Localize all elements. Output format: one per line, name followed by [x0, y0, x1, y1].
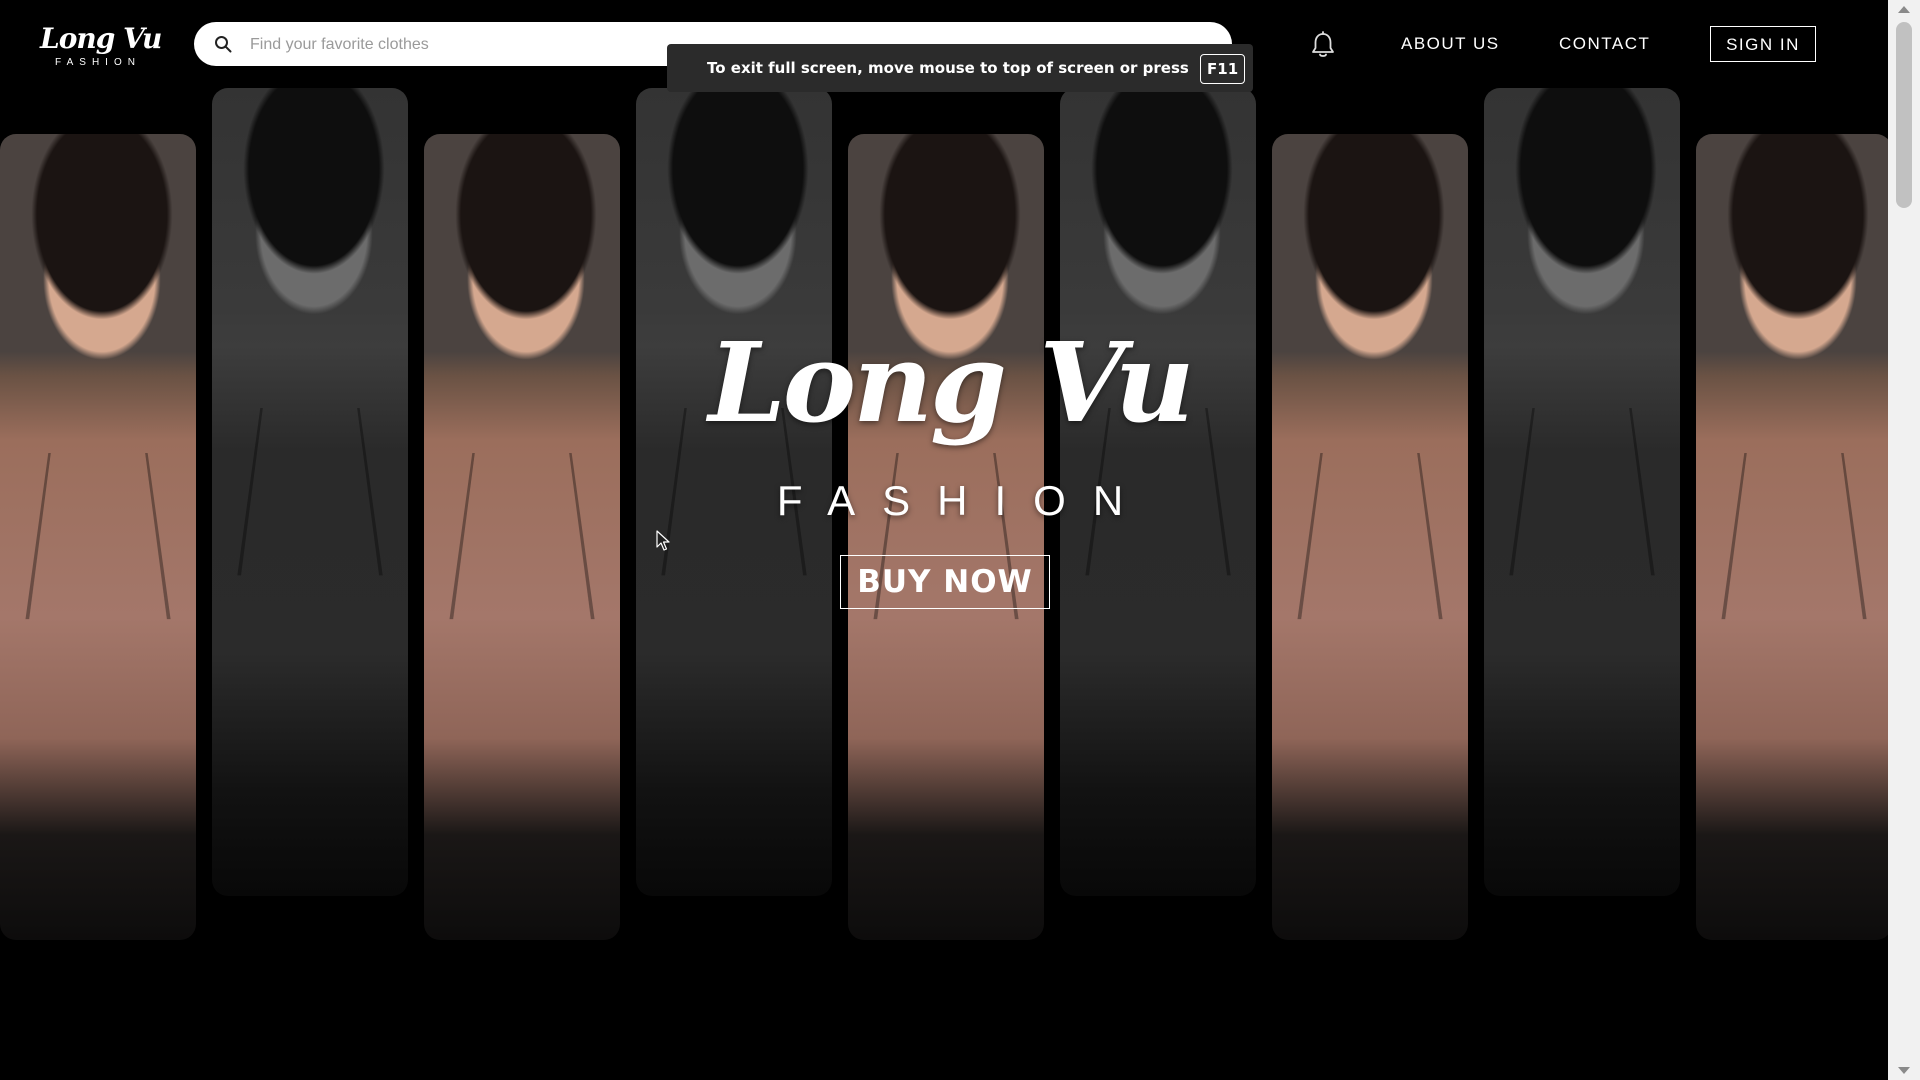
model-photo-5 [848, 134, 1044, 940]
nav-contact[interactable]: CONTACT [1559, 34, 1650, 54]
f11-key-badge: F11 [1200, 53, 1246, 84]
hero-title: Long Vu [708, 318, 1194, 447]
page-scrollbar[interactable] [1888, 0, 1920, 1080]
cursor-icon [656, 530, 670, 551]
model-photo-3 [424, 134, 620, 940]
logo-subtitle: FASHION [55, 57, 141, 68]
fullscreen-notice-text: To exit full screen, move mouse to top o… [707, 59, 1189, 77]
model-photo-7 [1272, 134, 1468, 940]
fullscreen-exit-notice: To exit full screen, move mouse to top o… [667, 44, 1253, 92]
hero-subtitle: FASHION [776, 477, 1151, 524]
model-photo-9 [1696, 134, 1892, 940]
model-photo-2 [212, 88, 408, 896]
logo-script: Long Vu [40, 22, 162, 55]
model-photo-8 [1484, 88, 1680, 896]
search-icon[interactable] [214, 35, 232, 53]
scroll-down-arrow-icon[interactable] [1898, 1067, 1910, 1074]
sign-in-button[interactable]: SIGN IN [1710, 26, 1816, 62]
page: Long Vu FASHION ABOUT US CONTACT SIGN IN… [0, 0, 1920, 1080]
scroll-up-arrow-icon[interactable] [1898, 6, 1910, 13]
scrollbar-thumb[interactable] [1896, 22, 1912, 208]
nav-about-us[interactable]: ABOUT US [1401, 34, 1500, 54]
bell-icon[interactable] [1310, 31, 1336, 59]
buy-now-button[interactable]: BUY NOW [840, 555, 1050, 609]
site-logo[interactable]: Long Vu FASHION [40, 22, 162, 76]
model-photo-1 [0, 134, 196, 940]
